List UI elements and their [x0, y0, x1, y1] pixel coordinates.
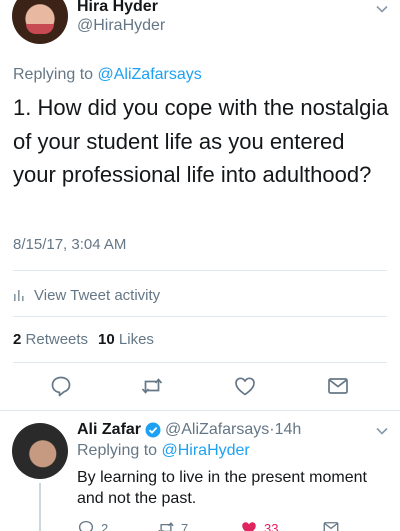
tweet-text: By learning to live in the present momen… [77, 469, 367, 507]
retweets-stat[interactable]: 2 Retweets [13, 331, 88, 348]
reply-header: Ali Zafar @AliZafarsays · 14h [77, 421, 301, 439]
tweet-actions [0, 372, 400, 400]
reply-action[interactable]: 2 [77, 519, 108, 531]
view-tweet-activity[interactable]: View Tweet activity [13, 284, 160, 306]
retweet-count: 7 [181, 520, 189, 531]
direct-message-icon[interactable] [326, 374, 350, 398]
tweet-text: 1. How did you cope with the nostalgia o… [13, 95, 389, 187]
likes-stat[interactable]: 10 Likes [98, 331, 154, 348]
dm-action[interactable] [322, 519, 340, 531]
retweet-icon [158, 522, 174, 531]
like-icon[interactable] [233, 374, 257, 398]
verified-badge-icon [145, 422, 161, 438]
replying-to-line: Replying to @HiraHyder [77, 442, 250, 460]
likes-count: 10 [98, 331, 115, 348]
timestamp: 8/15/17, 3:04 AM [13, 236, 127, 253]
author-handle[interactable]: @AliZafarsays [165, 421, 269, 439]
replying-to-link[interactable]: @AliZafarsays [98, 66, 202, 83]
like-action[interactable]: 33 [240, 519, 278, 531]
chevron-down-icon[interactable] [375, 2, 389, 16]
thread-line [39, 483, 41, 531]
retweets-count: 2 [13, 331, 22, 348]
reply-tweet[interactable]: Ali Zafar @AliZafarsays · 14h Replying t… [0, 411, 400, 531]
engagement-stats: 2 Retweets 10 Likes [13, 331, 154, 348]
reply-icon [78, 520, 94, 531]
analytics-icon [14, 290, 24, 301]
heart-filled-icon [242, 522, 256, 531]
replying-to-line: Replying to @AliZafarsays [13, 66, 202, 84]
divider [13, 362, 387, 363]
chevron-down-icon[interactable] [375, 424, 389, 438]
main-tweet: Hira Hyder @HiraHyder Replying to @AliZa… [0, 0, 400, 410]
retweet-action[interactable]: 7 [157, 519, 188, 531]
avatar[interactable] [12, 423, 68, 479]
reply-actions: 2 7 33 [77, 519, 400, 531]
replying-to-link[interactable]: @HiraHyder [162, 442, 250, 459]
relative-time[interactable]: 14h [275, 421, 302, 439]
divider [13, 316, 387, 317]
retweet-icon[interactable] [140, 374, 164, 398]
reply-icon[interactable] [49, 374, 73, 398]
likes-label: Likes [118, 331, 154, 348]
replying-prefix: Replying to [77, 442, 158, 459]
author-handle[interactable]: @HiraHyder [77, 17, 165, 35]
reply-count: 2 [101, 520, 109, 531]
author-name[interactable]: Ali Zafar [77, 421, 141, 439]
direct-message-icon [323, 522, 339, 531]
author-name[interactable]: Hira Hyder [77, 0, 158, 16]
avatar[interactable] [12, 0, 68, 44]
replying-prefix: Replying to [13, 66, 94, 83]
retweets-label: Retweets [25, 331, 89, 348]
activity-label: View Tweet activity [34, 286, 161, 304]
divider [13, 270, 387, 271]
like-count: 33 [264, 520, 279, 531]
